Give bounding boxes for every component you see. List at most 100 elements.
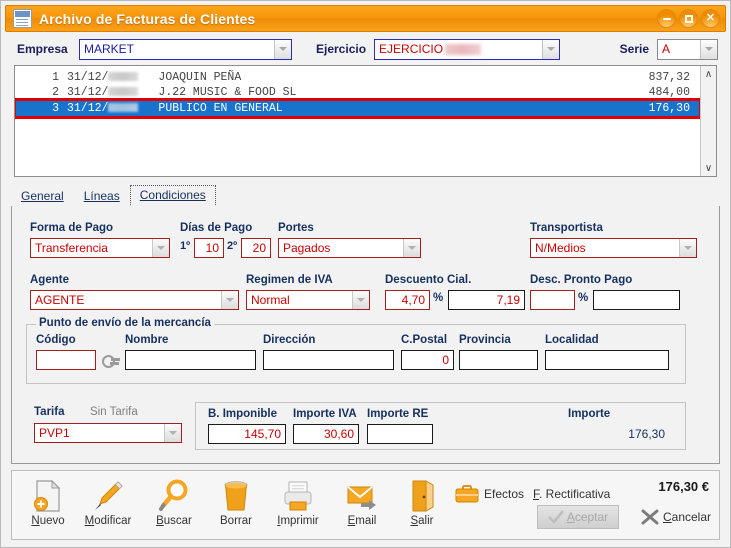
- table-row-selected[interactable]: 3 31/12/ PUBLICO EN GENERAL 176,30: [15, 98, 700, 119]
- aceptar-label: Aceptar: [566, 510, 609, 524]
- key-icon[interactable]: [102, 351, 120, 368]
- nuevo-button[interactable]: Nuevo: [16, 477, 80, 527]
- descuento-cial-percent-input[interactable]: 4,70: [385, 290, 430, 310]
- importe-iva-value: 30,60: [323, 427, 354, 441]
- minimize-button[interactable]: [657, 9, 676, 28]
- imprimir-label: Imprimir: [277, 515, 319, 527]
- list-scrollbar[interactable]: ∧ ∨: [700, 66, 716, 176]
- invoice-list-panel: 1 31/12/ JOAQUIN PEÑA 837,32 2 31/12/ J.…: [14, 65, 717, 177]
- chevron-down-icon[interactable]: [403, 239, 420, 257]
- row-number: 1: [52, 71, 59, 84]
- cpostal-label: C.Postal: [401, 334, 448, 346]
- tab-lineas[interactable]: Líneas: [74, 186, 130, 206]
- descuento-cial-label: Descuento Cial.: [385, 274, 472, 286]
- empresa-value: MARKET: [84, 41, 135, 56]
- nombre-label: Nombre: [125, 334, 169, 346]
- localidad-input[interactable]: [545, 350, 669, 370]
- chevron-down-icon[interactable]: [679, 239, 696, 257]
- modificar-button[interactable]: Modificar: [76, 477, 140, 527]
- borrar-button[interactable]: Borrar: [204, 477, 268, 527]
- rectificativa-label[interactable]: F. Rectificativa: [533, 487, 610, 501]
- printer-icon: [266, 477, 330, 513]
- chevron-down-icon[interactable]: [152, 239, 169, 257]
- efectos-icon[interactable]: [455, 485, 479, 505]
- cpostal-input[interactable]: 0: [401, 350, 454, 370]
- ejercicio-select[interactable]: EJERCICIO: [374, 38, 561, 60]
- tab-general[interactable]: General: [11, 186, 74, 206]
- row-number: 2: [52, 86, 59, 99]
- importe-re-input[interactable]: [367, 424, 433, 444]
- regimen-iva-value: Normal: [251, 293, 290, 307]
- cancelar-button[interactable]: Cancelar: [641, 505, 711, 529]
- portes-value: Pagados: [283, 241, 331, 255]
- ejercicio-value: EJERCICIO: [375, 40, 542, 59]
- dias-pago-second-input[interactable]: 20: [241, 238, 271, 258]
- portes-select[interactable]: Pagados: [278, 238, 421, 258]
- efectos-label[interactable]: Efectos: [484, 487, 524, 501]
- chevron-down-icon[interactable]: [700, 39, 717, 59]
- envelope-send-icon: [330, 477, 394, 513]
- dias-pago-first-input[interactable]: 10: [194, 238, 224, 258]
- desc-pronto-pago-percent-input[interactable]: [530, 290, 575, 310]
- dias-pago-first-value: 10: [205, 241, 219, 255]
- tab-condiciones[interactable]: Condiciones: [129, 185, 216, 207]
- magnifier-icon: [142, 477, 206, 513]
- serie-value: A: [662, 41, 671, 56]
- scroll-down-icon[interactable]: ∨: [701, 160, 716, 176]
- chevron-down-icon[interactable]: [221, 291, 238, 309]
- serie-select[interactable]: A: [657, 38, 718, 60]
- transportista-value: N/Medios: [535, 241, 586, 255]
- buscar-button[interactable]: Buscar: [142, 477, 206, 527]
- transportista-select[interactable]: N/Medios: [530, 238, 697, 258]
- window-title: Archivo de Facturas de Clientes: [39, 10, 256, 27]
- descuento-cial-amount-input[interactable]: 7,19: [448, 290, 525, 310]
- base-imponible-input[interactable]: 145,70: [208, 424, 286, 444]
- chevron-down-icon[interactable]: [274, 39, 291, 59]
- title-bar: Archivo de Facturas de Clientes ✕: [5, 5, 726, 32]
- tarifa-select[interactable]: PVP1: [34, 423, 182, 443]
- salir-label: Salir: [410, 515, 434, 527]
- table-row[interactable]: 1 31/12/ JOAQUIN PEÑA 837,32: [15, 70, 700, 85]
- chevron-down-icon[interactable]: [542, 39, 560, 59]
- desc-pronto-pago-label: Desc. Pronto Pago: [530, 274, 633, 286]
- maximize-button[interactable]: [679, 9, 698, 28]
- salir-button[interactable]: Salir: [390, 477, 454, 527]
- forma-pago-select[interactable]: Transferencia: [30, 238, 170, 258]
- importe-iva-input[interactable]: 30,60: [293, 424, 359, 444]
- row-date: 31/12/: [67, 71, 139, 84]
- chevron-down-icon[interactable]: [352, 291, 369, 309]
- imprimir-button[interactable]: Imprimir: [266, 477, 330, 527]
- codigo-input[interactable]: [36, 350, 96, 370]
- desc-pronto-pago-amount-input[interactable]: [593, 290, 680, 310]
- empresa-label: Empresa: [17, 42, 68, 56]
- regimen-iva-label: Regimen de IVA: [246, 274, 333, 286]
- descuento-cial-percent-value: 4,70: [401, 293, 425, 307]
- row-amount: 837,32: [648, 71, 690, 84]
- agente-select[interactable]: AGENTE: [30, 290, 239, 310]
- tarifa-label: Tarifa: [34, 406, 65, 418]
- direccion-label: Dirección: [263, 334, 316, 346]
- direccion-input[interactable]: [263, 350, 394, 370]
- redacted-year: [445, 43, 482, 55]
- pen-edit-icon: [76, 477, 140, 513]
- email-button[interactable]: Email: [330, 477, 394, 527]
- regimen-iva-select[interactable]: Normal: [246, 290, 370, 310]
- dias-pago-second-mark: 2º: [227, 240, 238, 252]
- transportista-label: Transportista: [530, 222, 603, 234]
- scroll-up-icon[interactable]: ∧: [701, 66, 716, 82]
- importe-re-label: Importe RE: [367, 408, 429, 420]
- localidad-label: Localidad: [545, 334, 599, 346]
- close-button[interactable]: ✕: [701, 9, 720, 28]
- nombre-input[interactable]: [125, 350, 256, 370]
- tarifa-value: PVP1: [39, 426, 70, 440]
- borrar-label: Borrar: [220, 515, 252, 527]
- tab-bar: General Líneas Condiciones: [11, 185, 720, 207]
- forma-pago-label: Forma de Pago: [30, 222, 114, 234]
- provincia-input[interactable]: [459, 350, 538, 370]
- table-row[interactable]: 2 31/12/ J.22 MUSIC & FOOD SL 484,00: [15, 85, 700, 100]
- chevron-down-icon[interactable]: [164, 424, 181, 442]
- invoice-list[interactable]: 1 31/12/ JOAQUIN PEÑA 837,32 2 31/12/ J.…: [15, 66, 700, 176]
- empresa-select[interactable]: MARKET: [79, 38, 292, 60]
- aceptar-button[interactable]: Aceptar: [537, 505, 619, 529]
- check-icon: [547, 510, 564, 524]
